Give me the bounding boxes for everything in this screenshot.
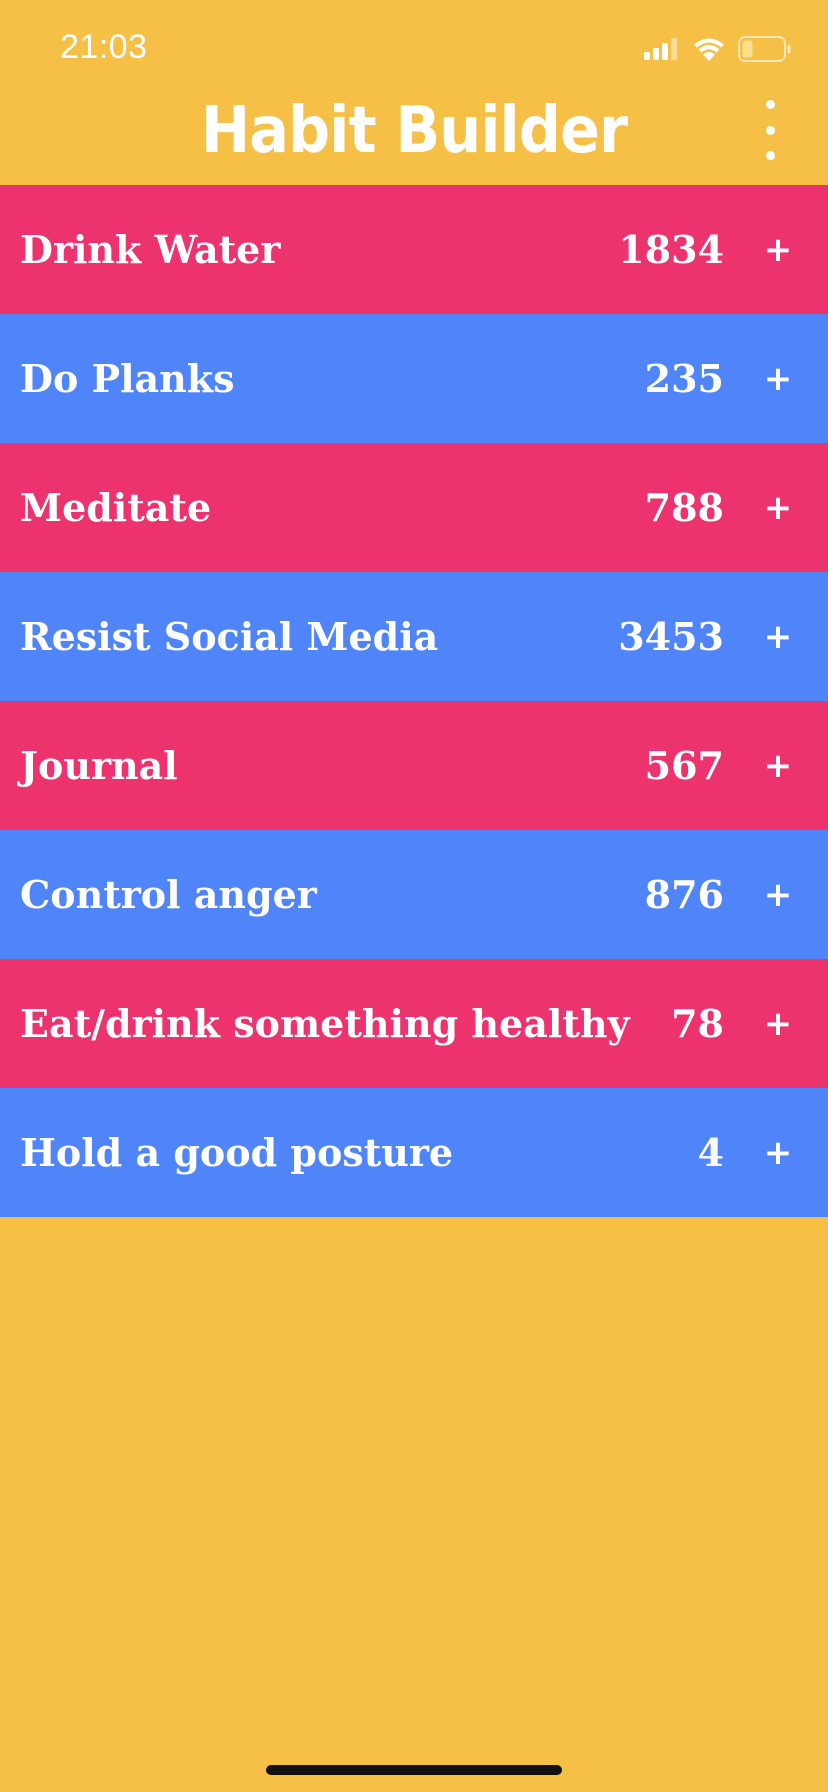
add-count-button[interactable]: + [750, 867, 806, 923]
habit-name: Drink Water [20, 227, 281, 272]
home-indicator[interactable] [266, 1765, 562, 1775]
header: Habit Builder [0, 90, 828, 185]
menu-dot-icon [765, 100, 775, 109]
status-time: 21:03 [60, 28, 148, 66]
status-icons [644, 34, 792, 64]
habit-count: 4 [697, 1130, 724, 1175]
cellular-signal-icon [644, 38, 677, 60]
habit-row[interactable]: Resist Social Media 3453 + [0, 572, 828, 701]
habit-row[interactable]: Control anger 876 + [0, 830, 828, 959]
habit-count: 1834 [618, 227, 724, 272]
habit-name: Do Planks [20, 356, 235, 401]
habit-row[interactable]: Journal 567 + [0, 701, 828, 830]
habit-row[interactable]: Drink Water 1834 + [0, 185, 828, 314]
habit-row[interactable]: Do Planks 235 + [0, 314, 828, 443]
habit-count: 3453 [618, 614, 724, 659]
habit-name: Control anger [20, 872, 317, 917]
habit-count: 235 [644, 356, 724, 401]
battery-icon [738, 36, 791, 62]
habit-name: Eat/drink something healthy [20, 1001, 630, 1046]
habit-name: Hold a good posture [20, 1130, 454, 1175]
habit-row[interactable]: Hold a good posture 4 + [0, 1088, 828, 1217]
habit-name: Journal [20, 743, 178, 788]
habit-count: 78 [671, 1001, 724, 1046]
habit-name: Resist Social Media [20, 614, 439, 659]
habit-name: Meditate [20, 485, 212, 530]
wifi-icon [694, 38, 724, 61]
add-count-button[interactable]: + [750, 738, 806, 794]
habit-count: 876 [644, 872, 724, 917]
add-count-button[interactable]: + [750, 222, 806, 278]
add-count-button[interactable]: + [750, 1125, 806, 1181]
habit-count: 567 [644, 743, 724, 788]
menu-dot-icon [765, 151, 775, 160]
habit-count: 788 [644, 485, 724, 530]
add-count-button[interactable]: + [750, 480, 806, 536]
add-count-button[interactable]: + [750, 609, 806, 665]
habit-row[interactable]: Meditate 788 + [0, 443, 828, 572]
habit-list: Drink Water 1834 + Do Planks 235 + Medit… [0, 185, 828, 1217]
menu-dot-icon [765, 125, 775, 135]
app-title: Habit Builder [200, 94, 628, 168]
habit-row[interactable]: Eat/drink something healthy 78 + [0, 959, 828, 1088]
status-bar: 21:03 [0, 0, 828, 100]
more-options-button[interactable] [748, 100, 792, 160]
add-count-button[interactable]: + [750, 351, 806, 407]
add-count-button[interactable]: + [750, 996, 806, 1052]
